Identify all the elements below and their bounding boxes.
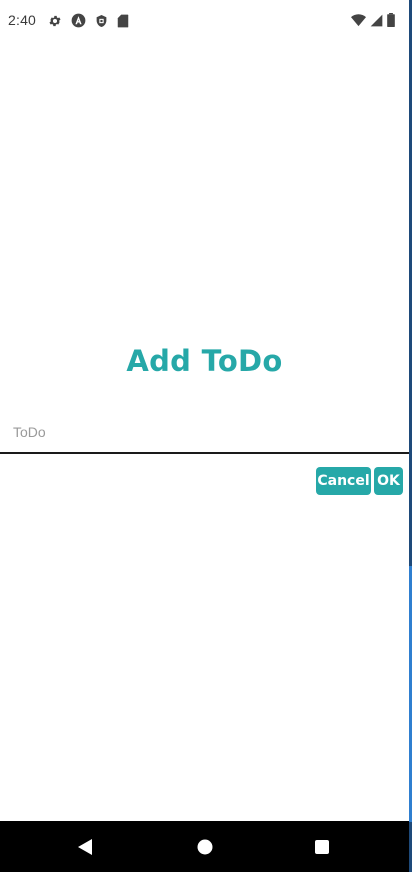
shield-icon <box>95 14 108 28</box>
battery-icon <box>387 13 395 27</box>
back-icon[interactable] <box>73 835 97 859</box>
gear-icon <box>48 14 62 28</box>
home-icon[interactable] <box>193 835 217 859</box>
android-a-icon <box>71 13 86 28</box>
todo-input[interactable] <box>0 412 409 454</box>
dialog-title: Add ToDo <box>126 344 283 378</box>
app-screen: 2:40 Add ToDo ToDo Cancel OK <box>0 0 412 872</box>
recents-icon[interactable] <box>310 835 334 859</box>
ok-button[interactable]: OK <box>374 467 403 495</box>
cancel-button[interactable]: Cancel <box>316 467 371 495</box>
navigation-bar <box>0 821 409 872</box>
status-bar: 2:40 <box>0 0 409 40</box>
system-status-icons <box>351 13 395 27</box>
status-time: 2:40 <box>8 12 37 28</box>
sd-card-icon <box>117 14 129 28</box>
wifi-icon <box>351 13 366 27</box>
notification-icons <box>48 13 129 28</box>
signal-icon <box>370 14 383 27</box>
